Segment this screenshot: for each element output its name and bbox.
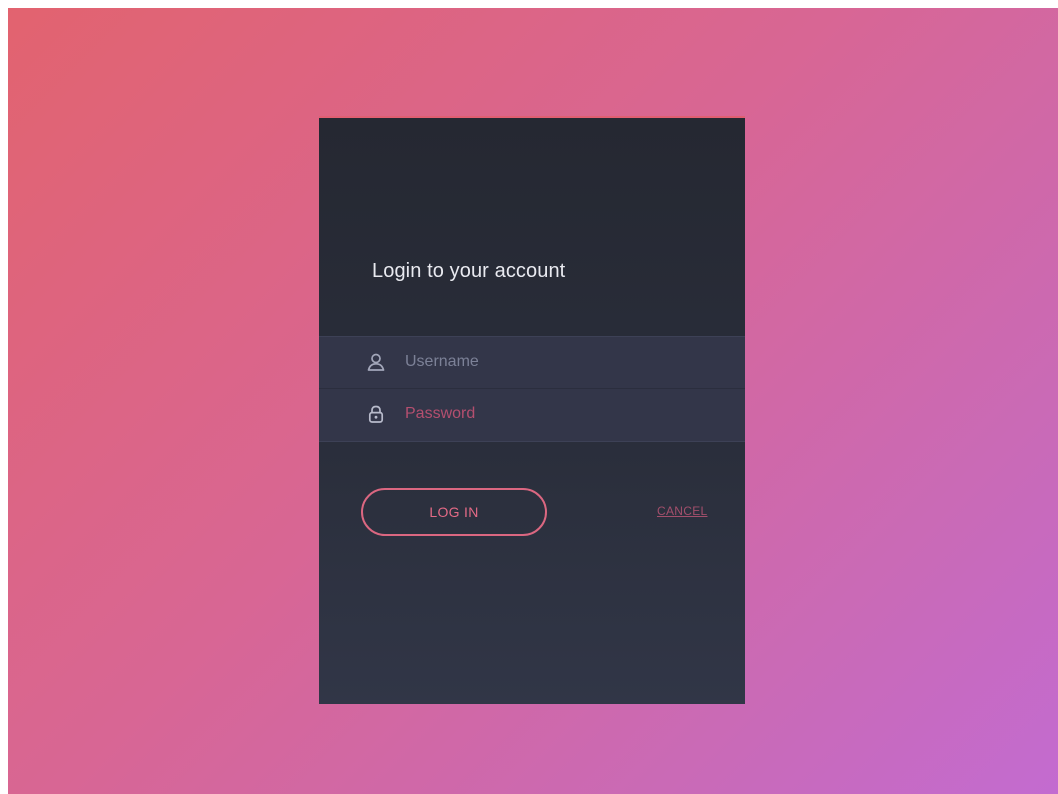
user-icon [366, 352, 386, 372]
login-card: Login to your account Username LOG IN CA… [319, 116, 745, 704]
username-input[interactable] [405, 346, 705, 378]
login-button[interactable]: LOG IN [361, 488, 547, 536]
username-field[interactable] [319, 337, 745, 388]
password-input[interactable] [405, 398, 705, 430]
page-background: Login to your account Username LOG IN CA… [8, 8, 1058, 794]
lock-icon [366, 404, 386, 424]
login-form-fields [319, 336, 745, 442]
login-title: Login to your account [372, 260, 566, 282]
cancel-link[interactable]: CANCEL [657, 504, 707, 518]
password-field[interactable] [319, 389, 745, 440]
